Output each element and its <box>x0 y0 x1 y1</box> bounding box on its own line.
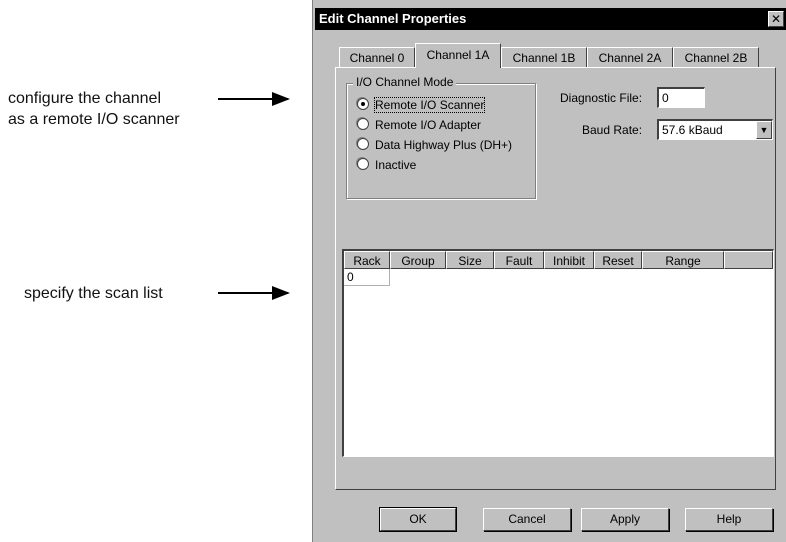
column-header-inhibit[interactable]: Inhibit <box>544 251 594 269</box>
scan-list-grid[interactable]: Rack Group Size Fault Inhibit Reset Rang… <box>342 249 774 457</box>
radio-remote-io-scanner[interactable]: Remote I/O Scanner <box>357 96 486 113</box>
column-header-group[interactable]: Group <box>390 251 446 269</box>
radio-remote-io-adapter[interactable]: Remote I/O Adapter <box>357 116 481 132</box>
tab-channel-1b[interactable]: Channel 1B <box>501 47 587 67</box>
baud-rate-label: Baud Rate: <box>582 123 643 137</box>
column-header-fault[interactable]: Fault <box>494 251 544 269</box>
chevron-down-icon[interactable]: ▼ <box>756 121 772 139</box>
arrow-icon <box>218 286 290 300</box>
annotation-configure-channel: configure the channel as a remote I/O sc… <box>8 90 180 128</box>
arrow-icon <box>218 92 290 106</box>
radio-label: Inactive <box>375 157 417 172</box>
close-icon[interactable]: ✕ <box>768 11 784 27</box>
diagnostic-file-input[interactable]: 0 <box>657 87 705 108</box>
dialog-title: Edit Channel Properties <box>319 11 467 26</box>
group-title: I/O Channel Mode <box>353 75 457 89</box>
io-channel-mode-group: I/O Channel Mode Remote I/O Scanner Remo… <box>346 75 536 199</box>
radio-icon <box>357 137 369 150</box>
radio-label: Remote I/O Adapter <box>375 117 482 132</box>
apply-button[interactable]: Apply <box>581 508 669 531</box>
column-header-range[interactable]: Range <box>642 251 724 269</box>
column-header-blank <box>724 251 773 269</box>
help-button[interactable]: Help <box>685 508 773 531</box>
radio-icon <box>357 117 369 130</box>
scan-list-cell-rack[interactable]: 0 <box>344 269 390 286</box>
annotation-scan-list: specify the scan list <box>24 285 163 302</box>
title-bar: Edit Channel Properties ✕ <box>315 8 786 30</box>
tab-channel-2a[interactable]: Channel 2A <box>587 47 673 67</box>
tab-channel-2b[interactable]: Channel 2B <box>673 47 759 67</box>
diagnostic-file-label: Diagnostic File: <box>560 91 643 105</box>
radio-selected-icon <box>357 97 369 110</box>
radio-data-highway-plus[interactable]: Data Highway Plus (DH+) <box>357 136 512 152</box>
column-header-size[interactable]: Size <box>446 251 494 269</box>
radio-icon <box>357 157 369 170</box>
radio-label: Data Highway Plus (DH+) <box>375 137 513 152</box>
radio-inactive[interactable]: Inactive <box>357 156 416 172</box>
radio-label: Remote I/O Scanner <box>373 96 486 113</box>
column-header-rack[interactable]: Rack <box>344 251 390 269</box>
channel-1a-panel: I/O Channel Mode Remote I/O Scanner Remo… <box>335 67 776 490</box>
column-header-reset[interactable]: Reset <box>594 251 642 269</box>
baud-rate-value: 57.6 kBaud <box>662 123 723 137</box>
tab-channel-0[interactable]: Channel 0 <box>339 47 415 67</box>
scan-list-header: Rack Group Size Fault Inhibit Reset Rang… <box>344 251 773 269</box>
edit-channel-properties-dialog: Edit Channel Properties ✕ Channel 0 Chan… <box>312 0 786 542</box>
tab-channel-1a[interactable]: Channel 1A <box>415 43 501 68</box>
baud-rate-select[interactable]: 57.6 kBaud ▼ <box>657 119 773 140</box>
ok-button[interactable]: OK <box>379 507 457 532</box>
cancel-button[interactable]: Cancel <box>483 508 571 531</box>
